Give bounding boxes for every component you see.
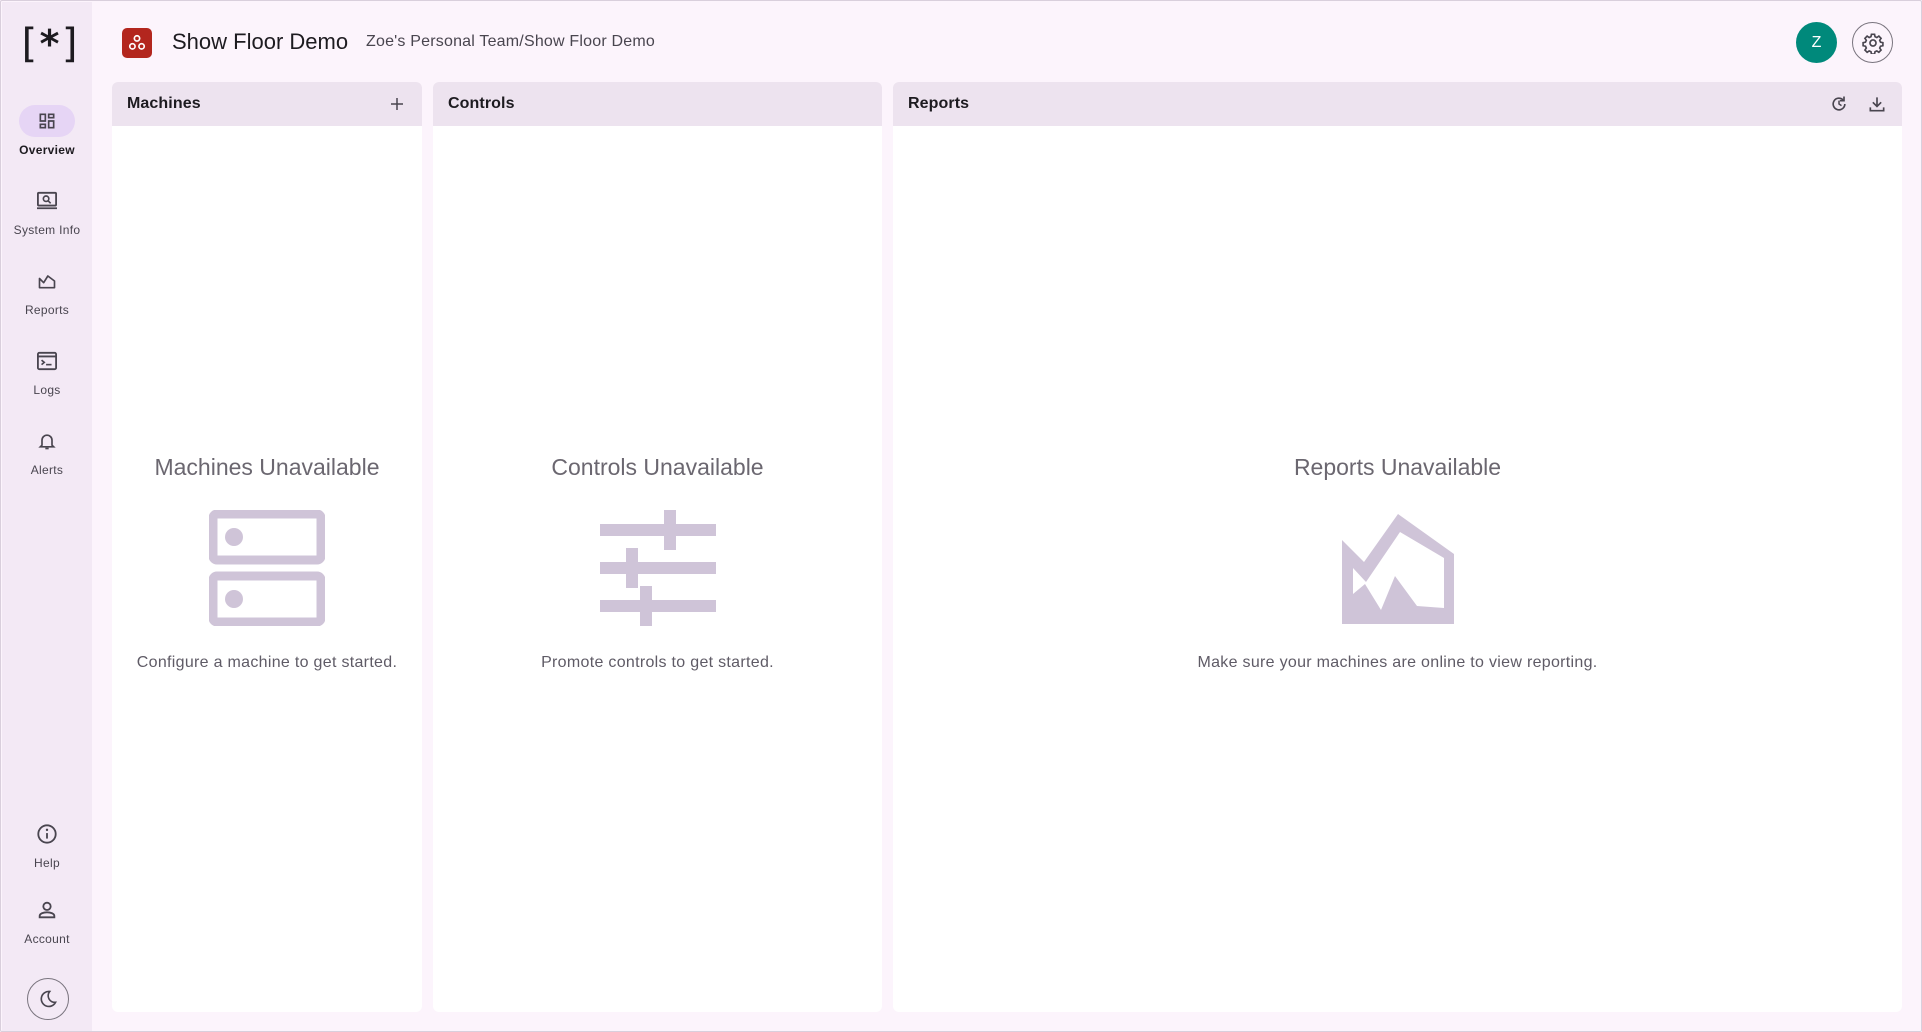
person-icon <box>19 894 75 926</box>
machines-empty-state: Machines Unavailable Configure a machine… <box>112 452 422 672</box>
refresh-icon <box>1832 96 1846 111</box>
moon-icon <box>40 990 57 1008</box>
controls-panel-title: Controls <box>448 95 515 112</box>
plus-icon <box>391 98 403 110</box>
sidebar-item-alerts[interactable]: Alerts <box>2 425 92 477</box>
page-title: Show Floor Demo <box>172 29 349 54</box>
gear-icon <box>1861 32 1884 54</box>
servers-icon <box>209 510 325 626</box>
refresh-button[interactable] <box>1826 91 1852 117</box>
sidebar-item-reports[interactable]: Reports <box>2 265 92 317</box>
download-icon <box>1869 97 1885 112</box>
logo-left-bracket: [ <box>16 21 40 67</box>
reports-panel-header: Reports <box>893 82 1902 126</box>
sidebar-item-label: Overview <box>19 143 75 157</box>
org-badge[interactable] <box>122 28 152 58</box>
reports-empty-title: Reports Unavailable <box>1293 454 1502 480</box>
sidebar-item-system-info[interactable]: System Info <box>2 185 92 237</box>
controls-empty-state: Controls Unavailable Promote controls to… <box>433 452 882 672</box>
sidebar-item-label: Alerts <box>30 463 64 477</box>
sidebar-item-label: Logs <box>33 383 61 397</box>
logs-icon <box>19 345 75 377</box>
app-window: [*] Overview System Info Reports Logs Al… <box>0 0 1922 1032</box>
sidebar-item-help[interactable]: Help <box>2 818 92 870</box>
reports-empty-message: Make sure your machines are online to vi… <box>1197 654 1598 671</box>
theme-toggle-button[interactable] <box>27 978 69 1020</box>
add-machine-button[interactable] <box>384 91 410 117</box>
reports-empty-state: Reports Unavailable Make sure your machi… <box>893 452 1902 672</box>
sidebar-item-logs[interactable]: Logs <box>2 345 92 397</box>
controls-panel-header: Controls <box>433 82 882 126</box>
app-logo[interactable]: [*] <box>16 21 83 67</box>
org-icon <box>128 34 146 50</box>
machines-empty-title: Machines Unavailable <box>154 454 380 480</box>
machines-panel-title: Machines <box>127 95 201 112</box>
sliders-icon <box>599 510 716 626</box>
controls-panel: Controls Controls Unavailable Promote co… <box>433 82 882 1012</box>
sidebar-item-overview[interactable]: Overview <box>2 105 92 157</box>
sidebar-item-label: System Info <box>13 223 81 237</box>
sidebar-item-label: Reports <box>24 303 70 317</box>
sidebar-item-account[interactable]: Account <box>2 894 92 946</box>
bell-icon <box>19 425 75 457</box>
breadcrumb[interactable]: Zoe's Personal Team/Show Floor Demo <box>366 32 655 52</box>
system-info-icon <box>19 185 75 217</box>
settings-button[interactable] <box>1852 22 1893 63</box>
sidebar-item-label: Account <box>24 932 70 946</box>
download-button[interactable] <box>1864 91 1890 117</box>
logo-asterisk: * <box>38 22 61 66</box>
machines-empty-message: Configure a machine to get started. <box>136 654 398 671</box>
dashboard-icon <box>19 105 75 137</box>
machines-panel-header: Machines <box>112 82 422 126</box>
controls-empty-message: Promote controls to get started. <box>541 654 774 671</box>
reports-icon <box>19 265 75 297</box>
machines-panel: Machines Machines Unavailable Configure … <box>112 82 422 1012</box>
info-icon <box>19 818 75 850</box>
reports-panel: Reports Reports Unavailable Make sure yo… <box>893 82 1902 1012</box>
reports-panel-title: Reports <box>908 95 970 112</box>
sidebar-item-label: Help <box>34 856 60 870</box>
controls-empty-title: Controls Unavailable <box>551 454 764 480</box>
logo-right-bracket: ] <box>58 21 83 67</box>
avatar[interactable]: Z <box>1796 22 1837 63</box>
sidebar: [*] Overview System Info Reports Logs Al… <box>2 2 92 1031</box>
area-chart-icon <box>1341 514 1454 624</box>
